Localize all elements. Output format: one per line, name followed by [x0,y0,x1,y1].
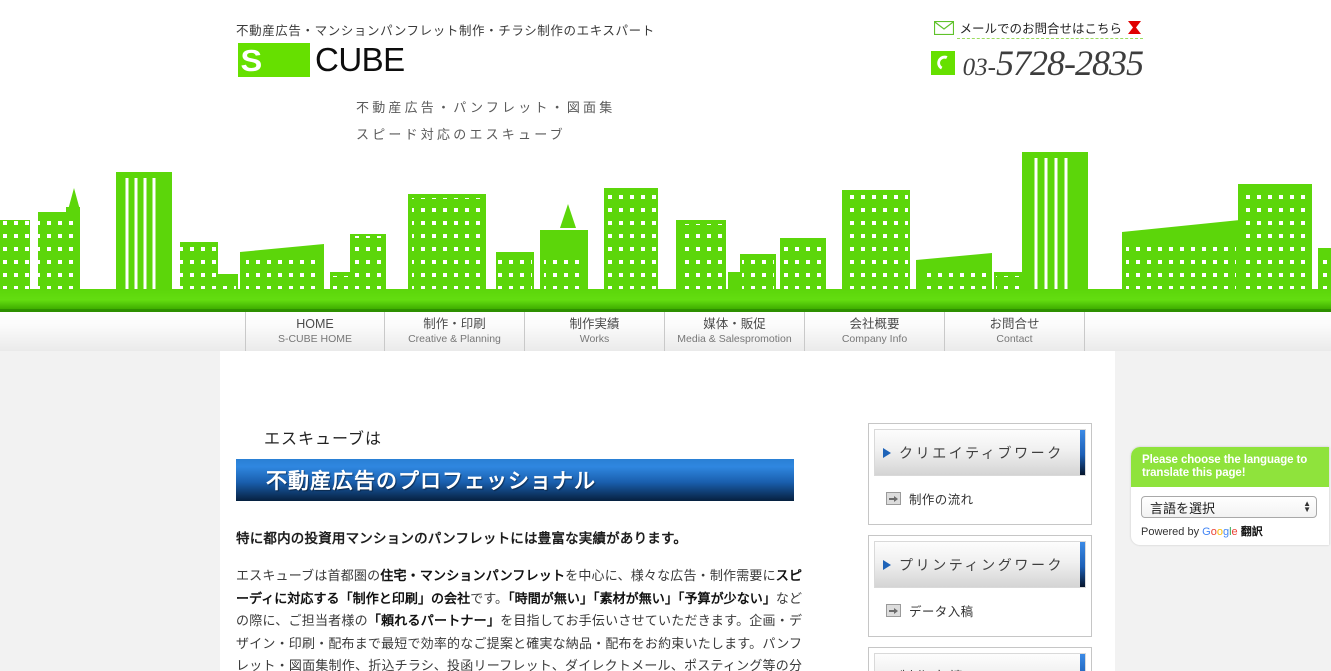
sidebar-header-label: クリエイティブワーク [899,444,1064,461]
sidebar-link-label: 制作の流れ [909,493,974,507]
nav-items-list: HOME S-CUBE HOME 制作・印刷 Creative & Planni… [245,312,1085,351]
subheadline: 特に都内の投資用マンションのパンフレットには豊富な実績があります。 [236,531,688,546]
header-subtitle-1: 不動産広告・パンフレット・図面集 [356,100,616,115]
triangle-right-icon [883,559,891,570]
nav-label-en: Creative & Planning [408,333,501,345]
sidebar-header-label: プリンティングワーク [899,556,1065,573]
language-select[interactable]: 言語を選択 ▲ ▼ [1141,496,1317,518]
nav-item-home[interactable]: HOME S-CUBE HOME [245,312,385,351]
logo-mark-letter: S [240,42,263,78]
telephone-block: 03-5728-2835 [930,42,1144,84]
site-logo[interactable]: S CUBE [238,43,405,77]
nav-label-en: S-CUBE HOME [277,333,353,345]
google-letter: e [1231,526,1238,538]
nav-item-creative-planning[interactable]: 制作・印刷 Creative & Planning [385,312,525,351]
translate-widget-heading: Please choose the language to translate … [1131,447,1329,487]
nav-item-company-info[interactable]: 会社概要 Company Info [805,312,945,351]
headline-banner: 不動産広告のプロフェッショナル [236,459,794,501]
nav-label-ja: 制作・印刷 [423,317,486,331]
sidebar-link-seisaku-no-nagare[interactable]: 制作の流れ [874,476,1086,520]
nav-label-ja: HOME [296,317,334,331]
nav-label-ja: 媒体・販促 [703,317,766,331]
translate-widget-body: 言語を選択 ▲ ▼ Powered by Google 翻訳 [1131,487,1329,539]
sidebar-header-works[interactable]: 制作実績 [874,653,1086,671]
nav-label-ja: 制作実績 [569,317,620,331]
sidebar-accent-bar [1080,654,1085,671]
telephone-prefix: 03- [962,54,996,81]
telephone-main: 5728-2835 [996,43,1144,83]
sidebar-header-label: 制作実績 [899,667,965,671]
header-subtitle-2: スピード対応のエスキューブ [356,127,566,142]
logo-mark-icon: S [238,43,310,77]
nav-item-works[interactable]: 制作実績 Works [525,312,665,351]
nav-label-ja: 会社概要 [849,317,900,331]
main-navigation: HOME S-CUBE HOME 制作・印刷 Creative & Planni… [0,309,1331,351]
language-select-value: 言語を選択 [1150,500,1216,516]
google-letter: G [1202,526,1211,538]
nav-label-en: Works [579,333,610,345]
mail-divider [957,38,1143,39]
nav-label-en: Media & Salespromotion [677,333,792,345]
arrow-box-icon [886,604,901,617]
nav-label-ja: お問合せ [989,317,1040,331]
nav-item-media-salespromotion[interactable]: 媒体・販促 Media & Salespromotion [665,312,805,351]
sidebar-header-creative[interactable]: クリエイティブワーク [874,429,1086,476]
powered-prefix: Powered by [1141,526,1203,538]
red-arrow-icon [1127,20,1143,35]
nav-label-en: Company Info [841,333,908,345]
city-skyline-graphic [0,152,1331,309]
nav-item-contact[interactable]: お問合せ Contact [945,312,1085,351]
sidebar-section-creative: クリエイティブワーク 制作の流れ [868,423,1092,525]
header-tagline: 不動産広告・マンションパンフレット制作・チラシ制作のエキスパート [236,24,655,38]
phone-icon [930,51,955,75]
page-root: 不動産広告・マンションパンフレット制作・チラシ制作のエキスパート S CUBE … [0,0,1331,671]
sidebar-section-works: 制作実績 [868,647,1092,671]
sidebar-section-printing: プリンティングワーク データ入稿 [868,535,1092,637]
sidebar-header-printing[interactable]: プリンティングワーク [874,541,1086,588]
content-area: エスキューブは 不動産広告のプロフェッショナル 特に都内の投資用マンションのパン… [220,351,1115,671]
nav-label-en: Contact [996,333,1033,345]
telephone-number: 03-5728-2835 [962,42,1144,84]
site-header: 不動産広告・マンションパンフレット制作・チラシ制作のエキスパート S CUBE … [0,0,1331,152]
powered-by-google: Powered by Google 翻訳 [1141,523,1329,539]
translate-widget: Please choose the language to translate … [1131,447,1329,545]
mail-contact-link[interactable]: メールでのお問合せはこちら [934,18,1143,37]
sidebar-link-label: データ入稿 [909,605,974,619]
lead-text: エスキューブは [264,431,383,448]
triangle-right-icon [883,447,891,458]
arrow-box-icon [886,492,901,505]
mail-contact-label: メールでのお問合せはこちら [959,22,1122,36]
right-sidebar: クリエイティブワーク 制作の流れ プリンティングワーク データ入稿 [868,423,1092,671]
sidebar-accent-bar [1080,430,1085,475]
updown-spinner-icon[interactable]: ▲ ▼ [1303,500,1311,514]
main-column: エスキューブは 不動産広告のプロフェッショナル 特に都内の投資用マンションのパン… [236,425,806,671]
sidebar-accent-bar [1080,542,1085,587]
logo-wordmark: CUBE [315,41,405,78]
sidebar-link-data-nyuko[interactable]: データ入稿 [874,588,1086,632]
powered-suffix: 翻訳 [1240,526,1263,538]
body-paragraph: エスキューブは首都圏の住宅・マンションパンフレットを中心に、様々な広告・制作需要… [236,568,802,671]
envelope-icon [934,20,955,35]
